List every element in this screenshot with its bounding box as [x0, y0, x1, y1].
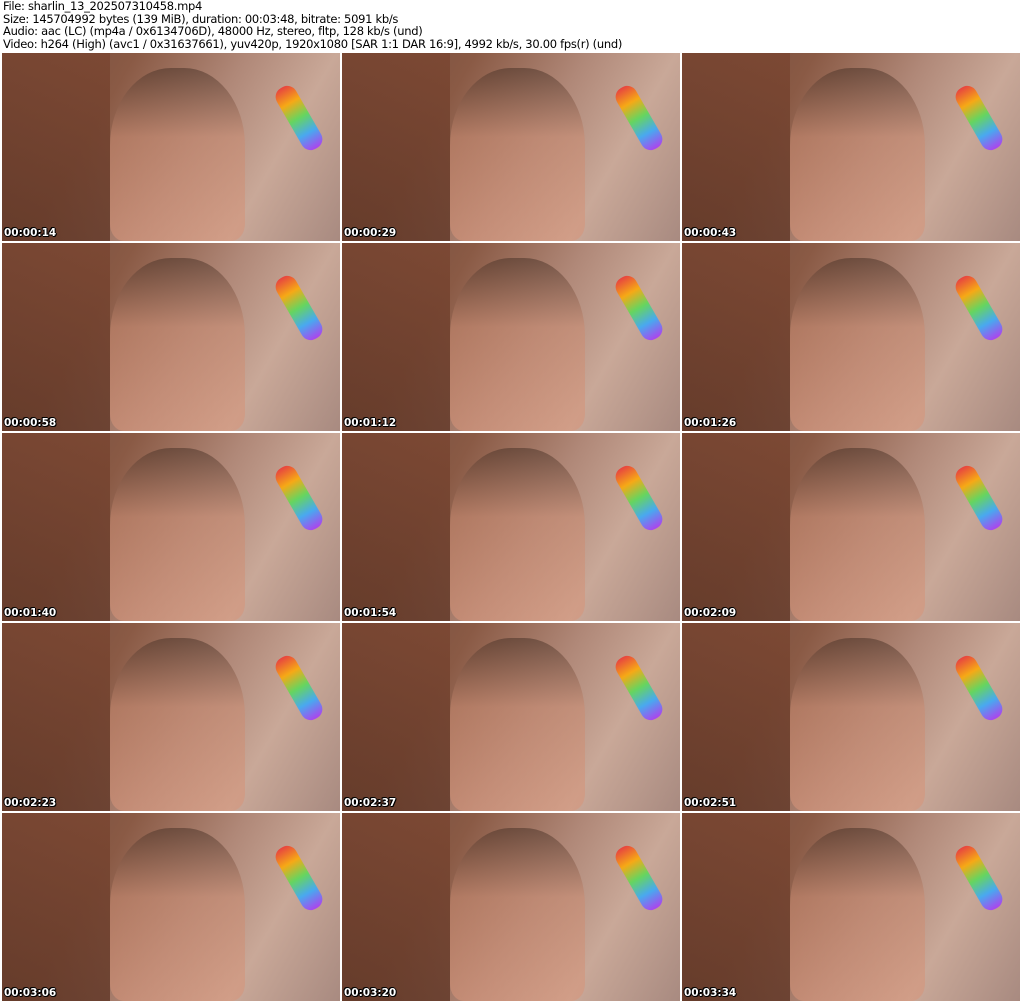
microphone	[951, 82, 1007, 154]
timestamp-label: 00:00:43	[684, 227, 737, 239]
background-door	[2, 243, 111, 431]
background-door	[342, 53, 451, 241]
microphone	[951, 652, 1007, 724]
video-thumbnail: 00:02:37	[342, 623, 680, 811]
person-silhouette	[450, 68, 586, 241]
video-thumbnail: 00:00:14	[2, 53, 340, 241]
microphone	[271, 652, 327, 724]
video-thumbnail: 00:02:09	[682, 433, 1020, 621]
video-thumbnail: 00:00:43	[682, 53, 1020, 241]
microphone	[951, 842, 1007, 914]
microphone	[271, 842, 327, 914]
background-door	[682, 623, 791, 811]
microphone	[951, 462, 1007, 534]
timestamp-label: 00:00:14	[4, 227, 57, 239]
background-door	[2, 623, 111, 811]
person-silhouette	[110, 68, 246, 241]
timestamp-label: 00:02:51	[684, 797, 737, 809]
file-name: File: sharlin_13_202507310458.mp4	[3, 0, 203, 13]
video-thumbnail: 00:02:23	[2, 623, 340, 811]
person-silhouette	[790, 828, 926, 1001]
video-thumbnail: 00:00:58	[2, 243, 340, 431]
background-door	[342, 433, 451, 621]
microphone	[611, 842, 667, 914]
timestamp-label: 00:01:12	[344, 417, 397, 429]
microphone	[951, 272, 1007, 344]
audio-info: Audio: aac (LC) (mp4a / 0x6134706D), 480…	[3, 24, 423, 39]
background-door	[342, 623, 451, 811]
timestamp-label: 00:02:23	[4, 797, 57, 809]
person-silhouette	[450, 638, 586, 811]
microphone	[611, 462, 667, 534]
person-silhouette	[450, 828, 586, 1001]
background-door	[682, 243, 791, 431]
microphone	[611, 272, 667, 344]
video-thumbnail: 00:03:06	[2, 813, 340, 1001]
microphone	[271, 82, 327, 154]
person-silhouette	[790, 448, 926, 621]
timestamp-label: 00:03:20	[344, 987, 397, 999]
microphone	[271, 272, 327, 344]
background-door	[682, 813, 791, 1001]
person-silhouette	[790, 68, 926, 241]
timestamp-label: 00:01:40	[4, 607, 57, 619]
video-thumbnail: 00:01:12	[342, 243, 680, 431]
timestamp-label: 00:03:06	[4, 987, 57, 999]
background-door	[2, 53, 111, 241]
background-door	[682, 53, 791, 241]
video-thumbnail: 00:00:29	[342, 53, 680, 241]
timestamp-label: 00:00:58	[4, 417, 57, 429]
video-thumbnail: 00:01:40	[2, 433, 340, 621]
timestamp-label: 00:02:09	[684, 607, 737, 619]
person-silhouette	[450, 258, 586, 431]
video-thumbnail: 00:01:26	[682, 243, 1020, 431]
person-silhouette	[790, 258, 926, 431]
background-door	[682, 433, 791, 621]
person-silhouette	[790, 638, 926, 811]
timestamp-label: 00:01:54	[344, 607, 397, 619]
timestamp-label: 00:02:37	[344, 797, 397, 809]
video-thumbnail: 00:03:20	[342, 813, 680, 1001]
video-thumbnail: 00:01:54	[342, 433, 680, 621]
microphone	[611, 82, 667, 154]
timestamp-label: 00:00:29	[344, 227, 397, 239]
file-info-header: File: sharlin_13_202507310458.mp4 Size: …	[3, 0, 622, 50]
background-door	[2, 813, 111, 1001]
background-door	[342, 243, 451, 431]
background-door	[2, 433, 111, 621]
microphone	[611, 652, 667, 724]
person-silhouette	[110, 448, 246, 621]
timestamp-label: 00:01:26	[684, 417, 737, 429]
person-silhouette	[110, 258, 246, 431]
person-silhouette	[110, 828, 246, 1001]
microphone	[271, 462, 327, 534]
video-thumbnail: 00:02:51	[682, 623, 1020, 811]
video-info: Video: h264 (High) (avc1 / 0x31637661), …	[3, 36, 623, 51]
person-silhouette	[450, 448, 586, 621]
thumbnail-grid: 00:00:14 00:00:29 00:00:43 00:00:58 00:01:12…	[2, 53, 1020, 1001]
timestamp-label: 00:03:34	[684, 987, 737, 999]
video-thumbnail: 00:03:34	[682, 813, 1020, 1001]
person-silhouette	[110, 638, 246, 811]
background-door	[342, 813, 451, 1001]
